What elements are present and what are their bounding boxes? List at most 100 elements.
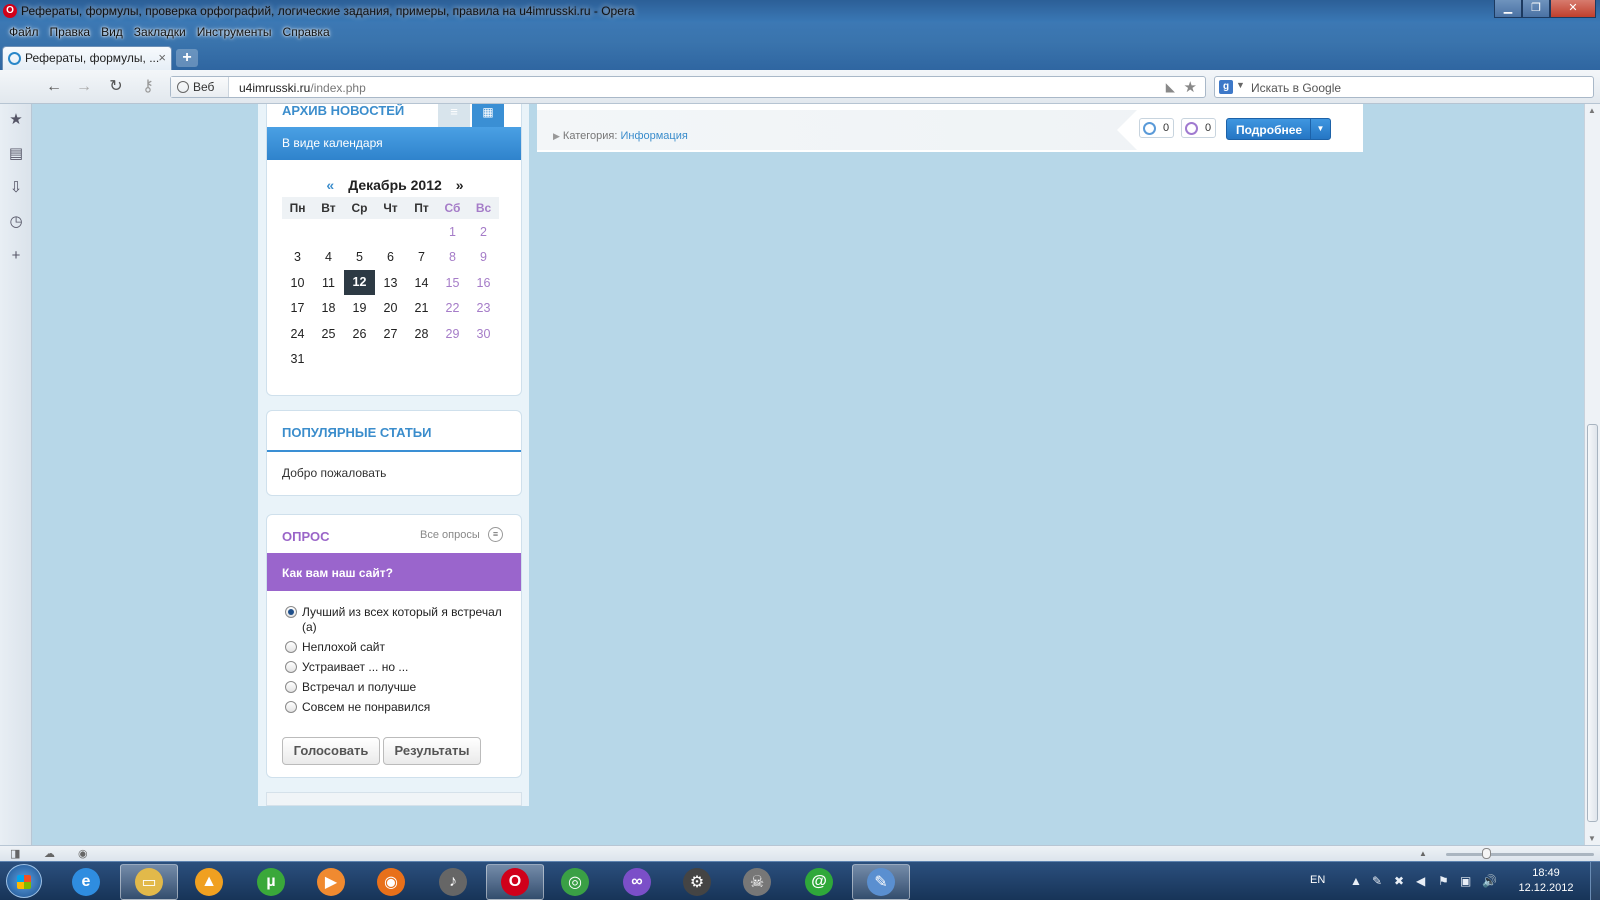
google-icon[interactable]: g <box>1219 80 1233 94</box>
taskbar-firefox-button[interactable]: ◉ <box>362 864 420 900</box>
calendar-day[interactable]: 1 <box>437 219 468 245</box>
turbo-icon[interactable]: ◉ <box>78 847 88 860</box>
calendar-day[interactable]: 17 <box>282 296 313 322</box>
results-button[interactable]: Результаты <box>383 737 481 765</box>
panel-toggle-icon[interactable]: ◨ <box>10 847 20 860</box>
address-bar[interactable]: Веб u4imrusski.ru/index.php ◣ ★ <box>170 76 1206 98</box>
category-link[interactable]: Информация <box>620 130 687 142</box>
radio-button[interactable] <box>285 661 297 673</box>
calendar-day[interactable]: 7 <box>406 245 437 271</box>
chevron-down-icon[interactable]: ▼ <box>1310 119 1330 139</box>
clock[interactable]: 18:49 12.12.2012 <box>1510 866 1582 896</box>
rss-icon[interactable]: ◣ <box>1166 80 1175 94</box>
calendar-day-today[interactable]: 12 <box>344 270 375 296</box>
restore-button[interactable]: ❐ <box>1522 0 1550 18</box>
tab-close-button[interactable]: × <box>158 50 166 65</box>
calendar-day[interactable]: 11 <box>313 270 344 296</box>
calendar-day[interactable]: 23 <box>468 296 499 322</box>
key-icon[interactable]: ⚷ <box>138 78 158 96</box>
menu-edit[interactable]: Правка <box>47 22 99 42</box>
downloads-panel-icon[interactable]: ⇩ <box>0 174 32 208</box>
calendar-day[interactable]: 28 <box>406 321 437 347</box>
start-button[interactable] <box>6 864 42 898</box>
more-button[interactable]: Подробнее ▼ <box>1226 118 1331 140</box>
grid-view-icon[interactable]: ▦ <box>472 104 504 127</box>
taskbar-visual-studio-button[interactable]: ∞ <box>608 864 666 900</box>
tray-icon[interactable]: ▲ <box>1350 874 1362 888</box>
language-indicator[interactable]: EN <box>1310 874 1325 886</box>
poll-option[interactable]: Встречал и получше <box>282 680 508 695</box>
tab-active[interactable]: Рефераты, формулы, ... × <box>2 46 172 70</box>
collapse-icon[interactable]: ▲ <box>1419 849 1427 858</box>
tray-icon[interactable]: ✖ <box>1394 874 1404 888</box>
scroll-thumb[interactable] <box>1587 424 1598 822</box>
calendar-day[interactable]: 6 <box>375 245 406 271</box>
calendar-day[interactable]: 29 <box>437 321 468 347</box>
comments-counter[interactable]: 0 <box>1139 118 1174 138</box>
poll-option[interactable]: Лучший из всех который я встречал (а) <box>282 605 508 635</box>
calendar-day[interactable]: 26 <box>344 321 375 347</box>
calendar-day[interactable]: 30 <box>468 321 499 347</box>
network-icon[interactable]: ▣ <box>1460 874 1471 888</box>
url-text[interactable]: u4imrusski.ru/index.php <box>239 81 366 95</box>
radio-button[interactable] <box>285 681 297 693</box>
taskbar-utorrent-button[interactable]: µ <box>242 864 300 900</box>
zoom-slider[interactable] <box>1446 853 1594 856</box>
poll-option[interactable]: Устраивает ... но ... <box>282 660 508 675</box>
web-badge[interactable]: Веб <box>171 77 229 97</box>
zoom-slider-thumb[interactable] <box>1482 848 1491 859</box>
calendar-day[interactable]: 18 <box>313 296 344 322</box>
calendar-day[interactable]: 10 <box>282 270 313 296</box>
menu-icon[interactable]: ≡ <box>488 527 503 542</box>
taskbar-opera-button[interactable]: O <box>486 864 544 900</box>
taskbar-media-player-button[interactable]: ▶ <box>302 864 360 900</box>
taskbar-aimp-button[interactable]: ▲ <box>180 864 238 900</box>
menu-bookmarks[interactable]: Закладки <box>131 22 194 42</box>
all-polls-link[interactable]: Все опросы <box>420 529 480 541</box>
volume-icon[interactable]: 🔊 <box>1482 874 1497 888</box>
vertical-scrollbar[interactable]: ▲ ▼ <box>1584 104 1600 845</box>
calendar-day[interactable]: 24 <box>282 321 313 347</box>
calendar-day[interactable]: 5 <box>344 245 375 271</box>
cloud-icon[interactable]: ☁ <box>44 847 55 860</box>
calendar-day[interactable]: 14 <box>406 270 437 296</box>
taskbar-paint-button[interactable]: ✎ <box>852 864 910 900</box>
scroll-up-icon[interactable]: ▲ <box>1588 106 1596 115</box>
radio-button[interactable] <box>285 701 297 713</box>
menu-file[interactable]: Файл <box>6 22 47 42</box>
menu-tools[interactable]: Инструменты <box>194 22 280 42</box>
menu-view[interactable]: Вид <box>98 22 131 42</box>
poll-option[interactable]: Неплохой сайт <box>282 640 508 655</box>
calendar-day[interactable]: 16 <box>468 270 499 296</box>
notes-panel-icon[interactable]: ▤ <box>0 140 32 174</box>
taskbar-settings-button[interactable]: ⚙ <box>668 864 726 900</box>
add-panel-icon[interactable]: + <box>0 242 32 276</box>
radio-button[interactable] <box>285 606 297 618</box>
calendar-day[interactable]: 31 <box>282 347 313 373</box>
popular-article-link[interactable]: Добро пожаловать <box>282 466 386 480</box>
vote-button[interactable]: Голосовать <box>282 737 380 765</box>
tray-icon[interactable]: ◀ <box>1416 874 1425 888</box>
calendar-day[interactable]: 8 <box>437 245 468 271</box>
forward-button[interactable]: → <box>74 78 94 96</box>
next-month-button[interactable]: » <box>442 177 478 193</box>
calendar-day[interactable]: 15 <box>437 270 468 296</box>
bookmarks-panel-icon[interactable]: ★ <box>0 106 32 140</box>
taskbar-game-button[interactable]: ☠ <box>728 864 786 900</box>
search-box[interactable]: g ▼ Искать в Google <box>1214 76 1594 98</box>
bookmark-star-icon[interactable]: ★ <box>1184 78 1197 96</box>
calendar-day[interactable]: 20 <box>375 296 406 322</box>
calendar-day[interactable]: 2 <box>468 219 499 245</box>
poll-option[interactable]: Совсем не понравился <box>282 700 508 715</box>
calendar-day[interactable]: 4 <box>313 245 344 271</box>
taskbar-chrome-button[interactable]: ◎ <box>546 864 604 900</box>
menu-help[interactable]: Справка <box>280 22 338 42</box>
tray-icon[interactable]: ✎ <box>1372 874 1382 888</box>
show-desktop-button[interactable] <box>1590 862 1600 900</box>
chevron-down-icon[interactable]: ▼ <box>1236 80 1245 90</box>
list-view-icon[interactable]: ≡ <box>438 104 470 127</box>
flag-icon[interactable]: ⚑ <box>1438 874 1449 888</box>
likes-counter[interactable]: 0 <box>1181 118 1216 138</box>
calendar-day[interactable]: 9 <box>468 245 499 271</box>
reload-button[interactable]: ↻ <box>106 78 126 96</box>
